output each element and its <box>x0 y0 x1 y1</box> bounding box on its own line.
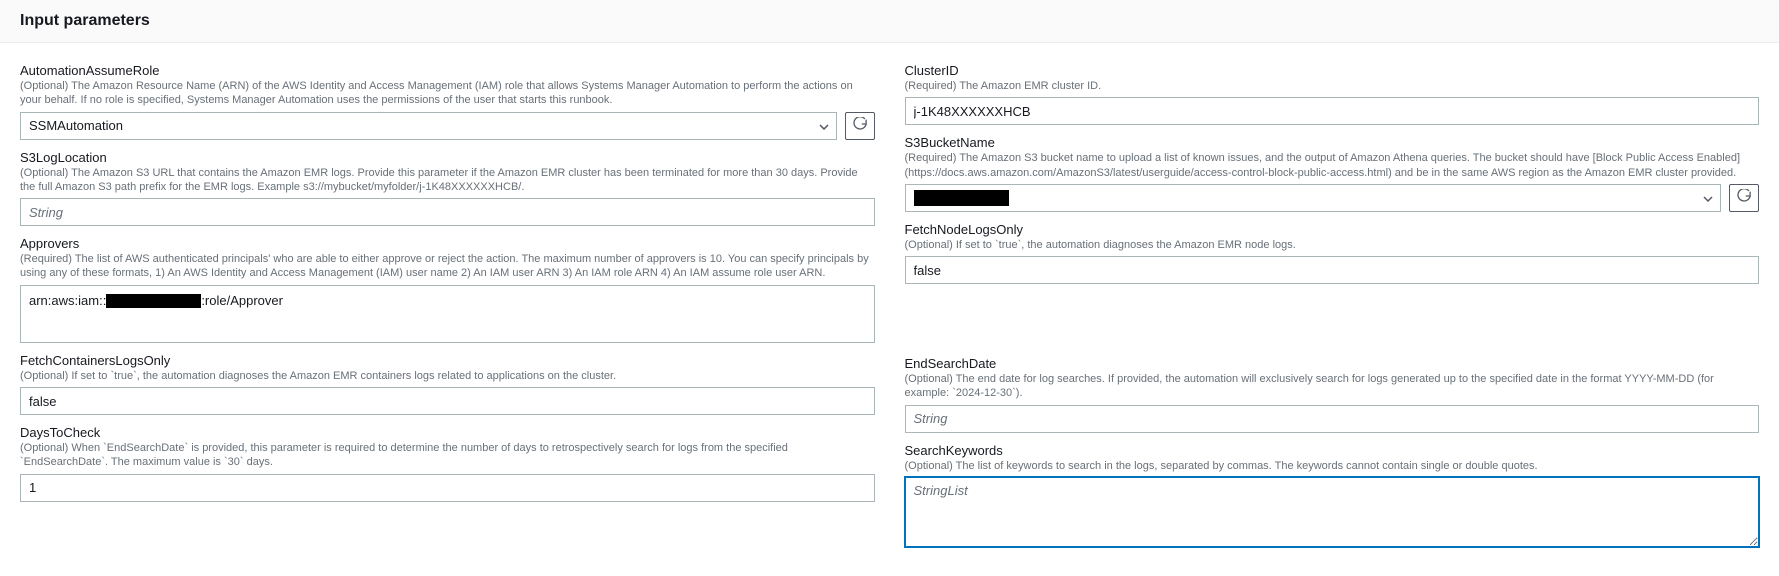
field-s3-log-location: S3LogLocation (Optional) The Amazon S3 U… <box>20 150 875 227</box>
field-cluster-id: ClusterID (Required) The Amazon EMR clus… <box>905 63 1760 125</box>
refresh-button-automation-assume-role[interactable] <box>845 112 875 140</box>
redacted-account-id <box>106 294 201 308</box>
field-fetch-containers-logs-only: FetchContainersLogsOnly (Optional) If se… <box>20 353 875 415</box>
label-s3-log-location: S3LogLocation <box>20 150 875 165</box>
field-automation-assume-role: AutomationAssumeRole (Optional) The Amaz… <box>20 63 875 140</box>
refresh-button-s3-bucket-name[interactable] <box>1729 184 1759 212</box>
label-search-keywords: SearchKeywords <box>905 443 1760 458</box>
field-days-to-check: DaysToCheck (Optional) When `EndSearchDa… <box>20 425 875 502</box>
approver-suffix: :role/Approver <box>201 293 283 308</box>
label-end-search-date: EndSearchDate <box>905 356 1760 371</box>
input-end-search-date[interactable] <box>905 405 1760 433</box>
desc-fetch-containers-logs-only: (Optional) If set to `true`, the automat… <box>20 369 875 383</box>
field-search-keywords: SearchKeywords (Optional) The list of ke… <box>905 443 1760 550</box>
section-title: Input parameters <box>20 12 1759 30</box>
field-s3-bucket-name: S3BucketName (Required) The Amazon S3 bu… <box>905 135 1760 212</box>
input-days-to-check[interactable] <box>20 474 875 502</box>
input-fetch-containers-logs-only[interactable] <box>20 387 875 415</box>
desc-approvers: (Required) The list of AWS authenticated… <box>20 252 875 281</box>
textarea-approvers[interactable]: arn:aws:iam:::role/Approver <box>20 285 875 343</box>
right-column: ClusterID (Required) The Amazon EMR clus… <box>905 53 1760 556</box>
desc-s3-log-location: (Optional) The Amazon S3 URL that contai… <box>20 166 875 195</box>
label-fetch-node-logs-only: FetchNodeLogsOnly <box>905 222 1760 237</box>
left-column: AutomationAssumeRole (Optional) The Amaz… <box>20 53 875 556</box>
input-cluster-id[interactable] <box>905 97 1760 125</box>
input-fetch-node-logs-only[interactable] <box>905 256 1760 284</box>
label-days-to-check: DaysToCheck <box>20 425 875 440</box>
textarea-search-keywords[interactable] <box>905 477 1760 547</box>
desc-days-to-check: (Optional) When `EndSearchDate` is provi… <box>20 441 875 470</box>
label-fetch-containers-logs-only: FetchContainersLogsOnly <box>20 353 875 368</box>
label-s3-bucket-name: S3BucketName <box>905 135 1760 150</box>
approver-prefix: arn:aws:iam:: <box>29 293 106 308</box>
label-approvers: Approvers <box>20 236 875 251</box>
desc-fetch-node-logs-only: (Optional) If set to `true`, the automat… <box>905 238 1760 252</box>
desc-automation-assume-role: (Optional) The Amazon Resource Name (ARN… <box>20 79 875 108</box>
field-end-search-date: EndSearchDate (Optional) The end date fo… <box>905 356 1760 433</box>
select-s3-bucket-name[interactable] <box>905 184 1722 212</box>
parameters-content: AutomationAssumeRole (Optional) The Amaz… <box>0 43 1779 576</box>
desc-s3-bucket-name: (Required) The Amazon S3 bucket name to … <box>905 151 1760 180</box>
refresh-icon <box>853 117 867 134</box>
label-cluster-id: ClusterID <box>905 63 1760 78</box>
desc-end-search-date: (Optional) The end date for log searches… <box>905 372 1760 401</box>
label-automation-assume-role: AutomationAssumeRole <box>20 63 875 78</box>
field-fetch-node-logs-only: FetchNodeLogsOnly (Optional) If set to `… <box>905 222 1760 284</box>
select-automation-assume-role[interactable] <box>20 112 837 140</box>
redacted-bucket-name <box>914 190 1009 206</box>
input-s3-log-location[interactable] <box>20 198 875 226</box>
desc-search-keywords: (Optional) The list of keywords to searc… <box>905 459 1760 473</box>
section-header: Input parameters <box>0 0 1779 43</box>
field-approvers: Approvers (Required) The list of AWS aut… <box>20 236 875 343</box>
desc-cluster-id: (Required) The Amazon EMR cluster ID. <box>905 79 1760 93</box>
refresh-icon <box>1737 189 1751 206</box>
